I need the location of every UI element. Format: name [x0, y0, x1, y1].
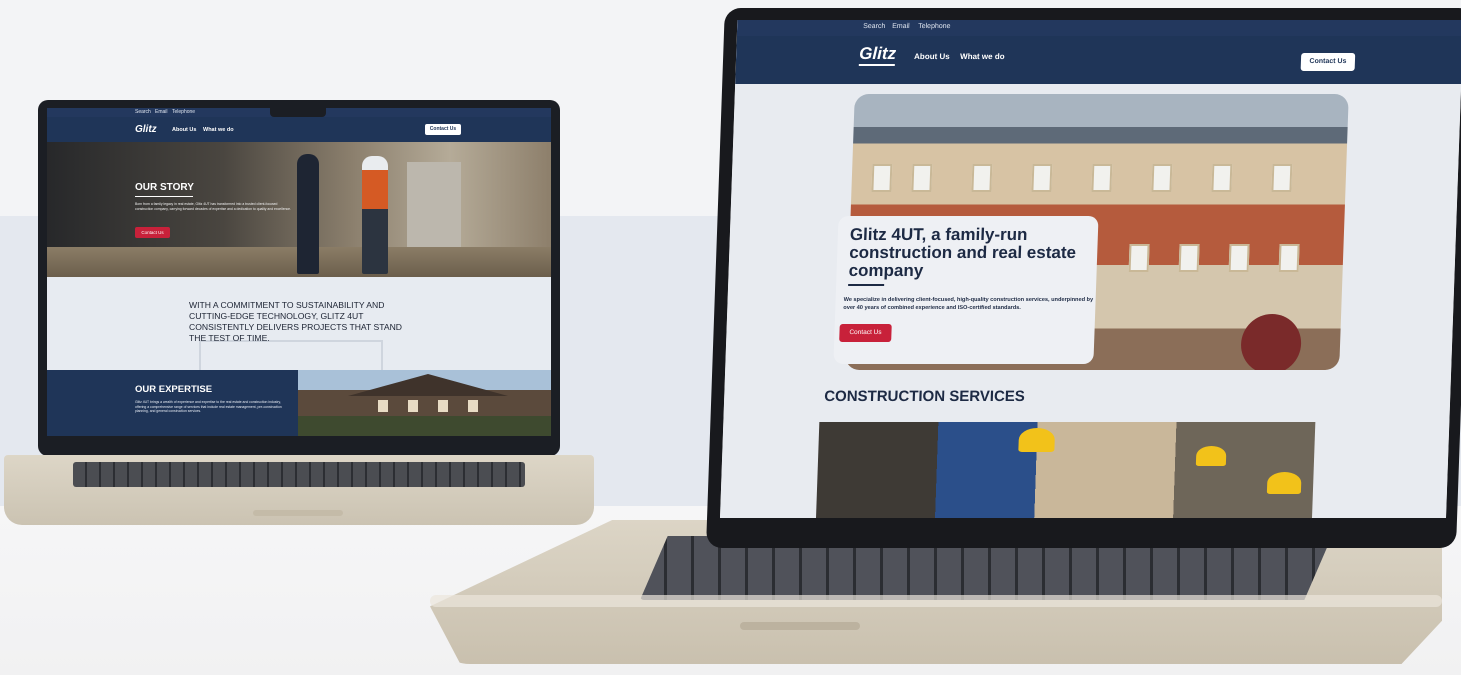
house-roof: [348, 374, 508, 396]
services-title: CONSTRUCTION SERVICES: [823, 388, 1026, 405]
small-hero-image: [47, 142, 551, 277]
house-window: [408, 400, 418, 412]
small-topbar-search[interactable]: Search: [135, 109, 151, 115]
building-window: [1228, 244, 1250, 272]
hard-hat-icon: [1018, 428, 1056, 452]
hard-hat-icon: [1195, 446, 1227, 466]
building-window: [1091, 164, 1113, 192]
expertise-title: OUR EXPERTISE: [135, 384, 213, 395]
services-image-strip: [816, 422, 1316, 518]
small-nav-about[interactable]: About Us: [172, 127, 196, 133]
story-title: OUR STORY: [135, 182, 194, 193]
building-window: [1271, 164, 1293, 192]
large-logo[interactable]: Glitz: [859, 44, 897, 64]
hero-contact-button[interactable]: Contact Us: [839, 324, 892, 342]
expertise-house-image: [298, 370, 551, 436]
building-window: [1178, 244, 1200, 272]
large-topbar: Search Email Telephone: [736, 20, 1461, 36]
expertise-text: Glitz 4UT brings a wealth of experience …: [135, 400, 282, 414]
building-window: [1031, 164, 1053, 192]
building-window: [1278, 244, 1300, 272]
large-laptop-screen: Search Email Telephone Glitz About Us Wh…: [720, 20, 1461, 518]
skyline-outline: [199, 340, 383, 372]
building-window: [1211, 164, 1233, 192]
building-window: [871, 164, 893, 192]
hard-hat-icon: [1266, 472, 1302, 494]
building-window: [1128, 244, 1150, 272]
small-nav-what-we-do[interactable]: What we do: [203, 127, 234, 133]
large-topbar-search[interactable]: Search: [863, 23, 885, 30]
large-laptop-front-lip: [430, 595, 1442, 607]
small-topbar-email[interactable]: Email: [155, 109, 168, 115]
small-laptop-hinge-notch: [253, 510, 343, 516]
small-laptop-notch: [270, 108, 326, 117]
house-window: [468, 400, 478, 412]
small-contact-button[interactable]: Contact Us: [425, 124, 461, 135]
story-contact-button[interactable]: Contact Us: [135, 227, 170, 238]
hero-person-worker: [362, 156, 388, 274]
hero-title: Glitz 4UT, a family-run construction and…: [848, 225, 1077, 280]
hero-text: We specialize in delivering client-focus…: [843, 297, 1094, 311]
small-navbar: [47, 117, 551, 142]
large-contact-button[interactable]: Contact Us: [1300, 53, 1356, 71]
building-tree: [1240, 314, 1303, 370]
large-topbar-email[interactable]: Email: [892, 23, 910, 30]
large-laptop-hinge-notch: [740, 622, 860, 630]
house-window: [438, 400, 448, 412]
commitment-text: WITH A COMMITMENT TO SUSTAINABILITY AND …: [189, 300, 402, 343]
small-logo[interactable]: Glitz: [135, 124, 157, 135]
large-topbar-telephone[interactable]: Telephone: [918, 23, 951, 30]
building-window: [1151, 164, 1173, 192]
hero-person-suit: [297, 154, 319, 274]
building-window: [911, 164, 933, 192]
small-topbar-telephone[interactable]: Telephone: [172, 109, 195, 115]
story-text: Born from a family legacy in real estate…: [135, 202, 291, 211]
large-nav-about[interactable]: About Us: [914, 52, 950, 61]
hero-divider: [848, 284, 885, 286]
small-laptop-screen: Search Email Telephone Glitz About Us Wh…: [47, 108, 551, 436]
building-window: [971, 164, 993, 192]
small-laptop-keyboard: [73, 462, 525, 487]
story-divider: [135, 196, 193, 197]
house-window: [378, 400, 388, 412]
large-logo-underline: [858, 64, 895, 66]
large-nav-what-we-do[interactable]: What we do: [960, 52, 1005, 61]
